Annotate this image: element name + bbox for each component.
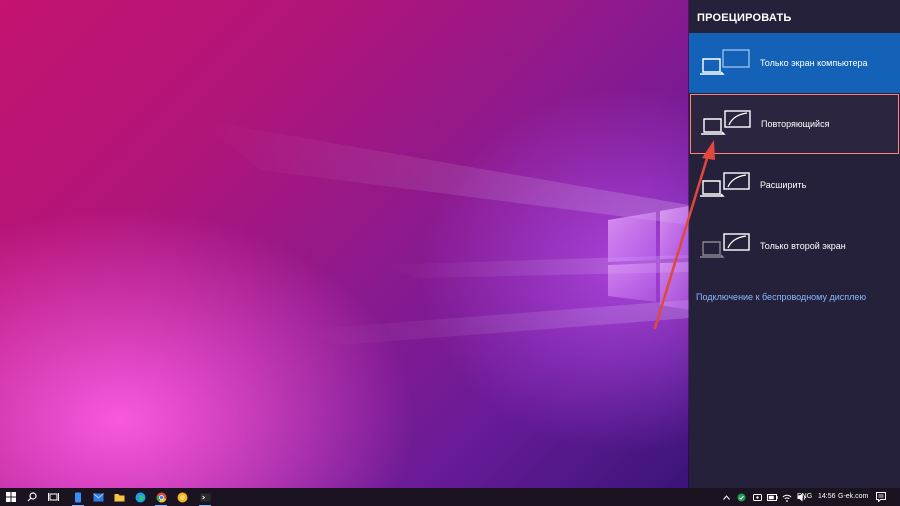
- option-label: Повторяющийся: [761, 119, 830, 129]
- tray-battery[interactable]: [765, 488, 779, 506]
- tray-app[interactable]: [750, 488, 764, 506]
- notification-icon: [876, 492, 886, 502]
- wifi-icon: [782, 494, 792, 502]
- tray-network[interactable]: [780, 488, 794, 506]
- search-button[interactable]: [23, 488, 41, 506]
- file-explorer-icon: [114, 493, 124, 501]
- option-duplicate[interactable]: Повторяющийся: [690, 94, 899, 154]
- duplicate-icon: [701, 110, 751, 135]
- taskbar-app-chrome[interactable]: [152, 488, 170, 506]
- edge-icon: [135, 492, 145, 502]
- taskbar-app-phone[interactable]: [69, 488, 87, 506]
- task-view-button[interactable]: [44, 488, 62, 506]
- pc-screen-only-icon: [700, 49, 750, 75]
- option-second-screen-only[interactable]: Только второй экран: [689, 216, 900, 276]
- panel-title: ПРОЕЦИРОВАТЬ: [697, 12, 792, 24]
- shield-check-icon: [737, 493, 745, 501]
- extend-icon: [700, 172, 750, 197]
- option-label: Расширить: [760, 180, 807, 190]
- task-view-icon: [47, 493, 59, 501]
- mail-icon: [92, 492, 104, 501]
- project-panel: ПРОЕЦИРОВАТЬ Только экран компьютера Пов…: [689, 0, 900, 488]
- taskbar-app-yellow[interactable]: [173, 488, 191, 506]
- start-button[interactable]: [2, 488, 20, 506]
- action-center-button[interactable]: [874, 488, 888, 506]
- option-extend[interactable]: Расширить: [689, 155, 900, 215]
- option-label: Только экран компьютера: [760, 58, 868, 68]
- tray-defender[interactable]: [734, 488, 748, 506]
- watermark-text: G-ek.com: [838, 493, 869, 500]
- second-screen-only-icon: [700, 233, 750, 258]
- taskbar: ENG 14:56 G-ek.com: [0, 488, 900, 506]
- start-icon: [6, 492, 16, 502]
- battery-icon: [766, 493, 778, 501]
- chrome-icon: [155, 492, 166, 502]
- tray-app-icon: [752, 493, 762, 501]
- chevron-up-icon: [722, 494, 730, 500]
- taskbar-app-file-explorer[interactable]: [110, 488, 128, 506]
- yellow-app-icon: [177, 492, 187, 502]
- taskbar-app-terminal[interactable]: [196, 488, 214, 506]
- phone-app-icon: [75, 492, 81, 502]
- clock[interactable]: 14:56: [818, 488, 836, 506]
- search-icon: [27, 492, 37, 502]
- option-label: Только второй экран: [760, 241, 846, 251]
- terminal-icon: [200, 493, 210, 501]
- tray-overflow-button[interactable]: [720, 488, 732, 506]
- option-pc-screen-only[interactable]: Только экран компьютера: [689, 33, 900, 93]
- connect-wireless-display-link[interactable]: Подключение к беспроводному дисплею: [696, 292, 866, 302]
- taskbar-app-edge[interactable]: [131, 488, 149, 506]
- taskbar-app-mail[interactable]: [89, 488, 107, 506]
- language-indicator[interactable]: ENG: [797, 488, 812, 506]
